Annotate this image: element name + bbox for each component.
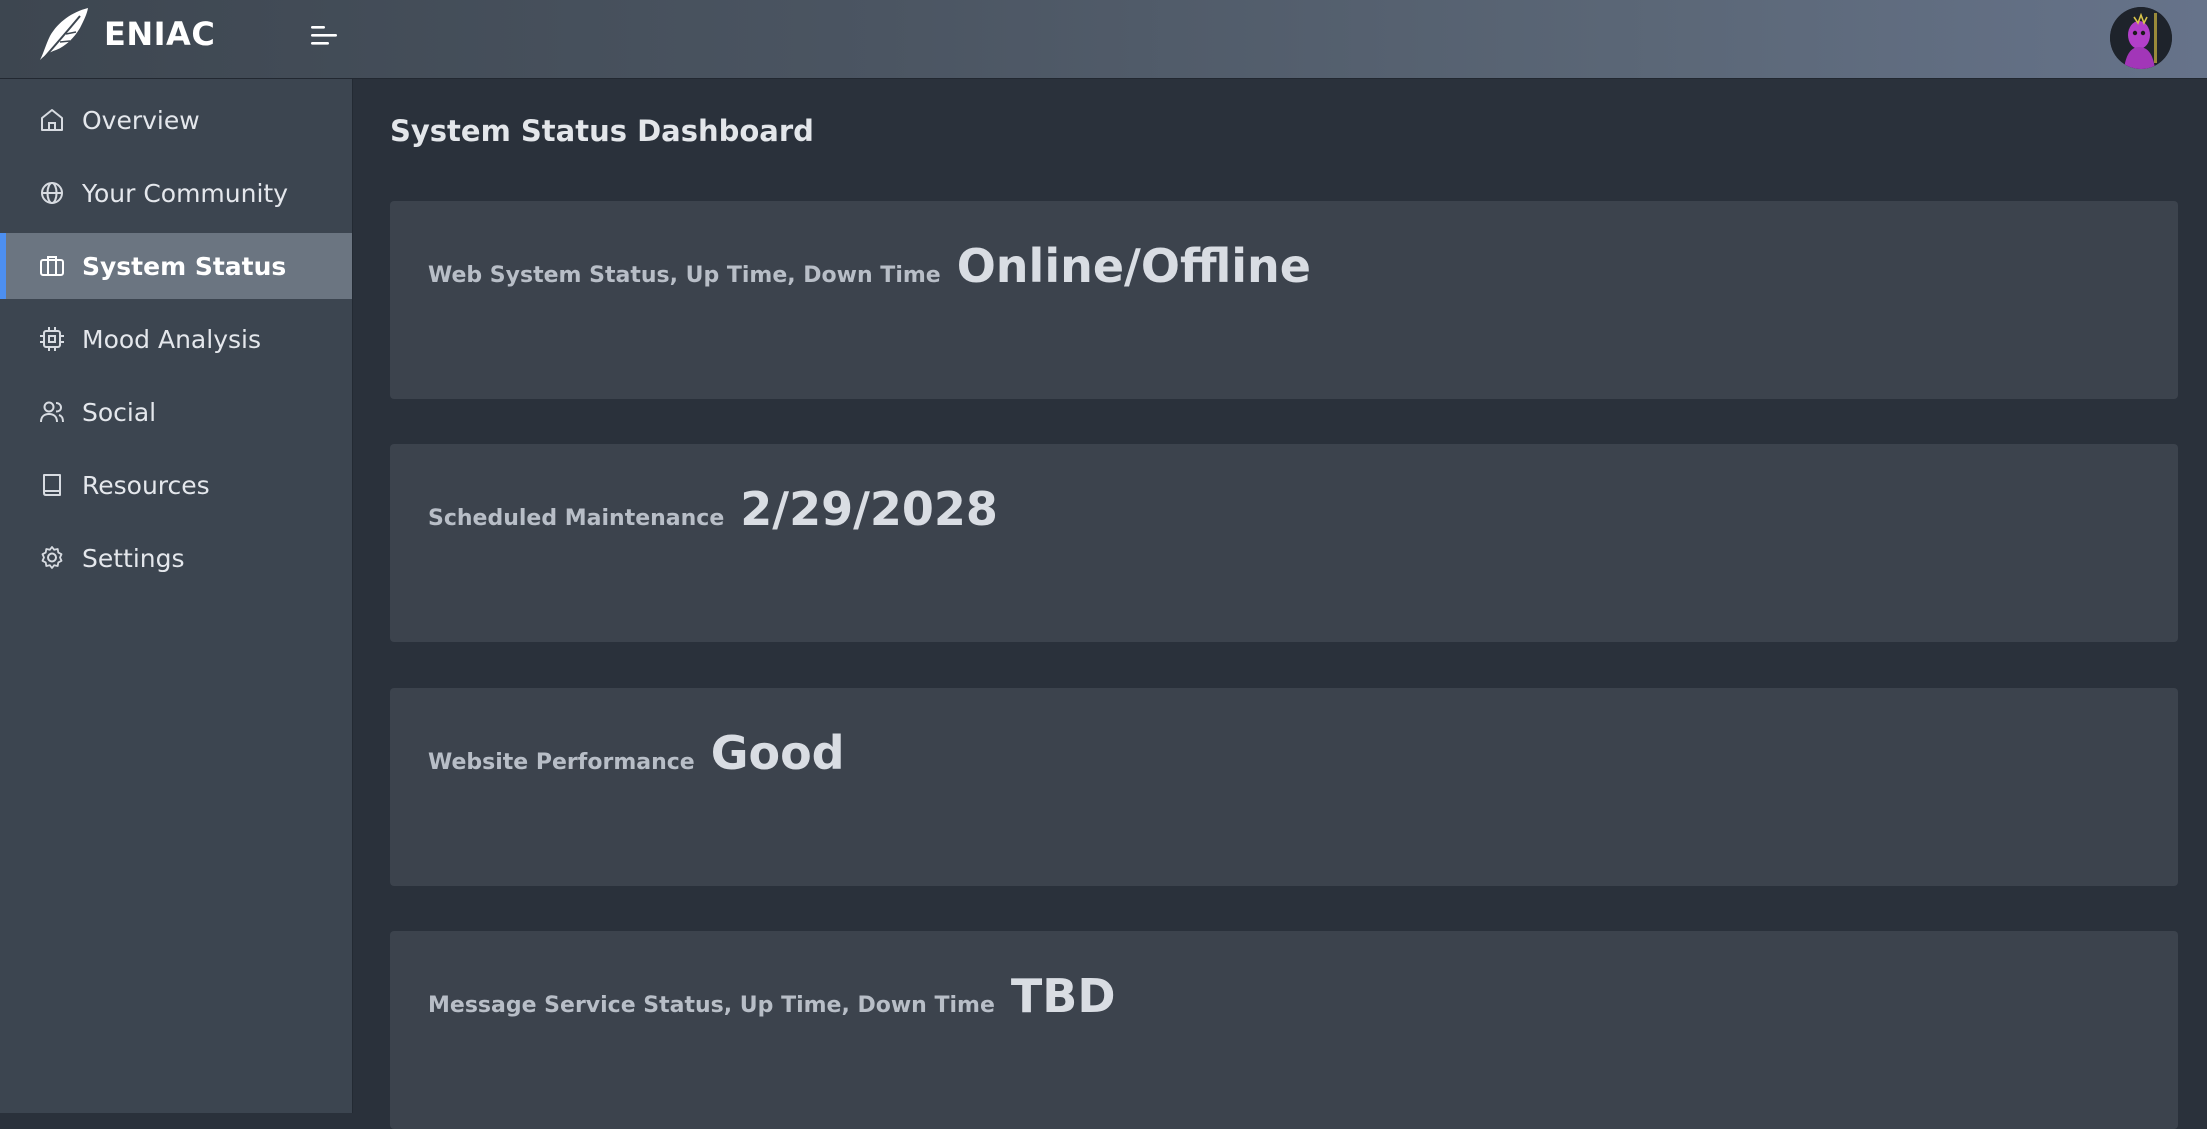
sidebar-item-label: Your Community [82, 178, 289, 208]
sidebar-item-label: Mood Analysis [82, 324, 261, 354]
sidebar-item-your-community[interactable]: Your Community [0, 160, 352, 226]
card-content: Website Performance Good [428, 726, 845, 780]
page-title: System Status Dashboard [390, 114, 814, 148]
sidebar-item-mood-analysis[interactable]: Mood Analysis [0, 306, 352, 372]
status-card-web-system: Web System Status, Up Time, Down Time On… [390, 201, 2178, 399]
status-card-scheduled-maintenance: Scheduled Maintenance 2/29/2028 [390, 444, 2178, 642]
sidebar-item-system-status[interactable]: System Status [0, 233, 352, 299]
main-content: System Status Dashboard Web System Statu… [352, 79, 2207, 1129]
top-navbar: ENIAC [0, 0, 2207, 79]
menu-toggle-icon [311, 26, 337, 45]
card-value: Online/Offline [956, 239, 1312, 293]
status-card-website-performance: Website Performance Good [390, 688, 2178, 886]
card-content: Message Service Status, Up Time, Down Ti… [428, 969, 1116, 1023]
card-content: Web System Status, Up Time, Down Time On… [428, 239, 1311, 293]
book-icon [43, 474, 61, 496]
cpu-icon [40, 327, 64, 351]
card-label: Message Service Status, Up Time, Down Ti… [428, 993, 995, 1018]
card-label: Web System Status, Up Time, Down Time [428, 263, 941, 288]
briefcase-icon [40, 256, 64, 276]
menu-toggle-button[interactable] [306, 20, 342, 52]
sidebar-item-settings[interactable]: Settings [0, 525, 352, 591]
sidebar-item-label: Social [82, 397, 157, 427]
sidebar: Overview Your Community System Status Mo… [0, 79, 353, 1113]
sidebar-item-resources[interactable]: Resources [0, 452, 352, 518]
gear-icon [41, 546, 63, 569]
sidebar-item-label: System Status [82, 251, 287, 281]
avatar-image [2110, 7, 2172, 69]
sidebar-item-overview[interactable]: Overview [0, 87, 352, 153]
globe-icon [41, 182, 63, 204]
brand[interactable]: ENIAC [36, 6, 215, 62]
sidebar-item-social[interactable]: Social [0, 379, 352, 445]
card-content: Scheduled Maintenance 2/29/2028 [428, 482, 998, 536]
sidebar-item-label: Overview [82, 105, 200, 135]
sidebar-item-label: Resources [82, 470, 210, 500]
brand-name: ENIAC [104, 15, 216, 53]
card-value: Good [710, 726, 845, 780]
card-value: 2/29/2028 [740, 482, 998, 536]
card-label: Scheduled Maintenance [428, 506, 725, 531]
card-value: TBD [1010, 969, 1116, 1023]
card-label: Website Performance [428, 750, 695, 775]
home-icon [41, 109, 63, 131]
users-icon [40, 401, 64, 423]
status-card-message-service: Message Service Status, Up Time, Down Ti… [390, 931, 2178, 1129]
sidebar-item-label: Settings [82, 543, 185, 573]
user-avatar[interactable] [2110, 7, 2172, 69]
feather-logo-icon [40, 8, 88, 60]
